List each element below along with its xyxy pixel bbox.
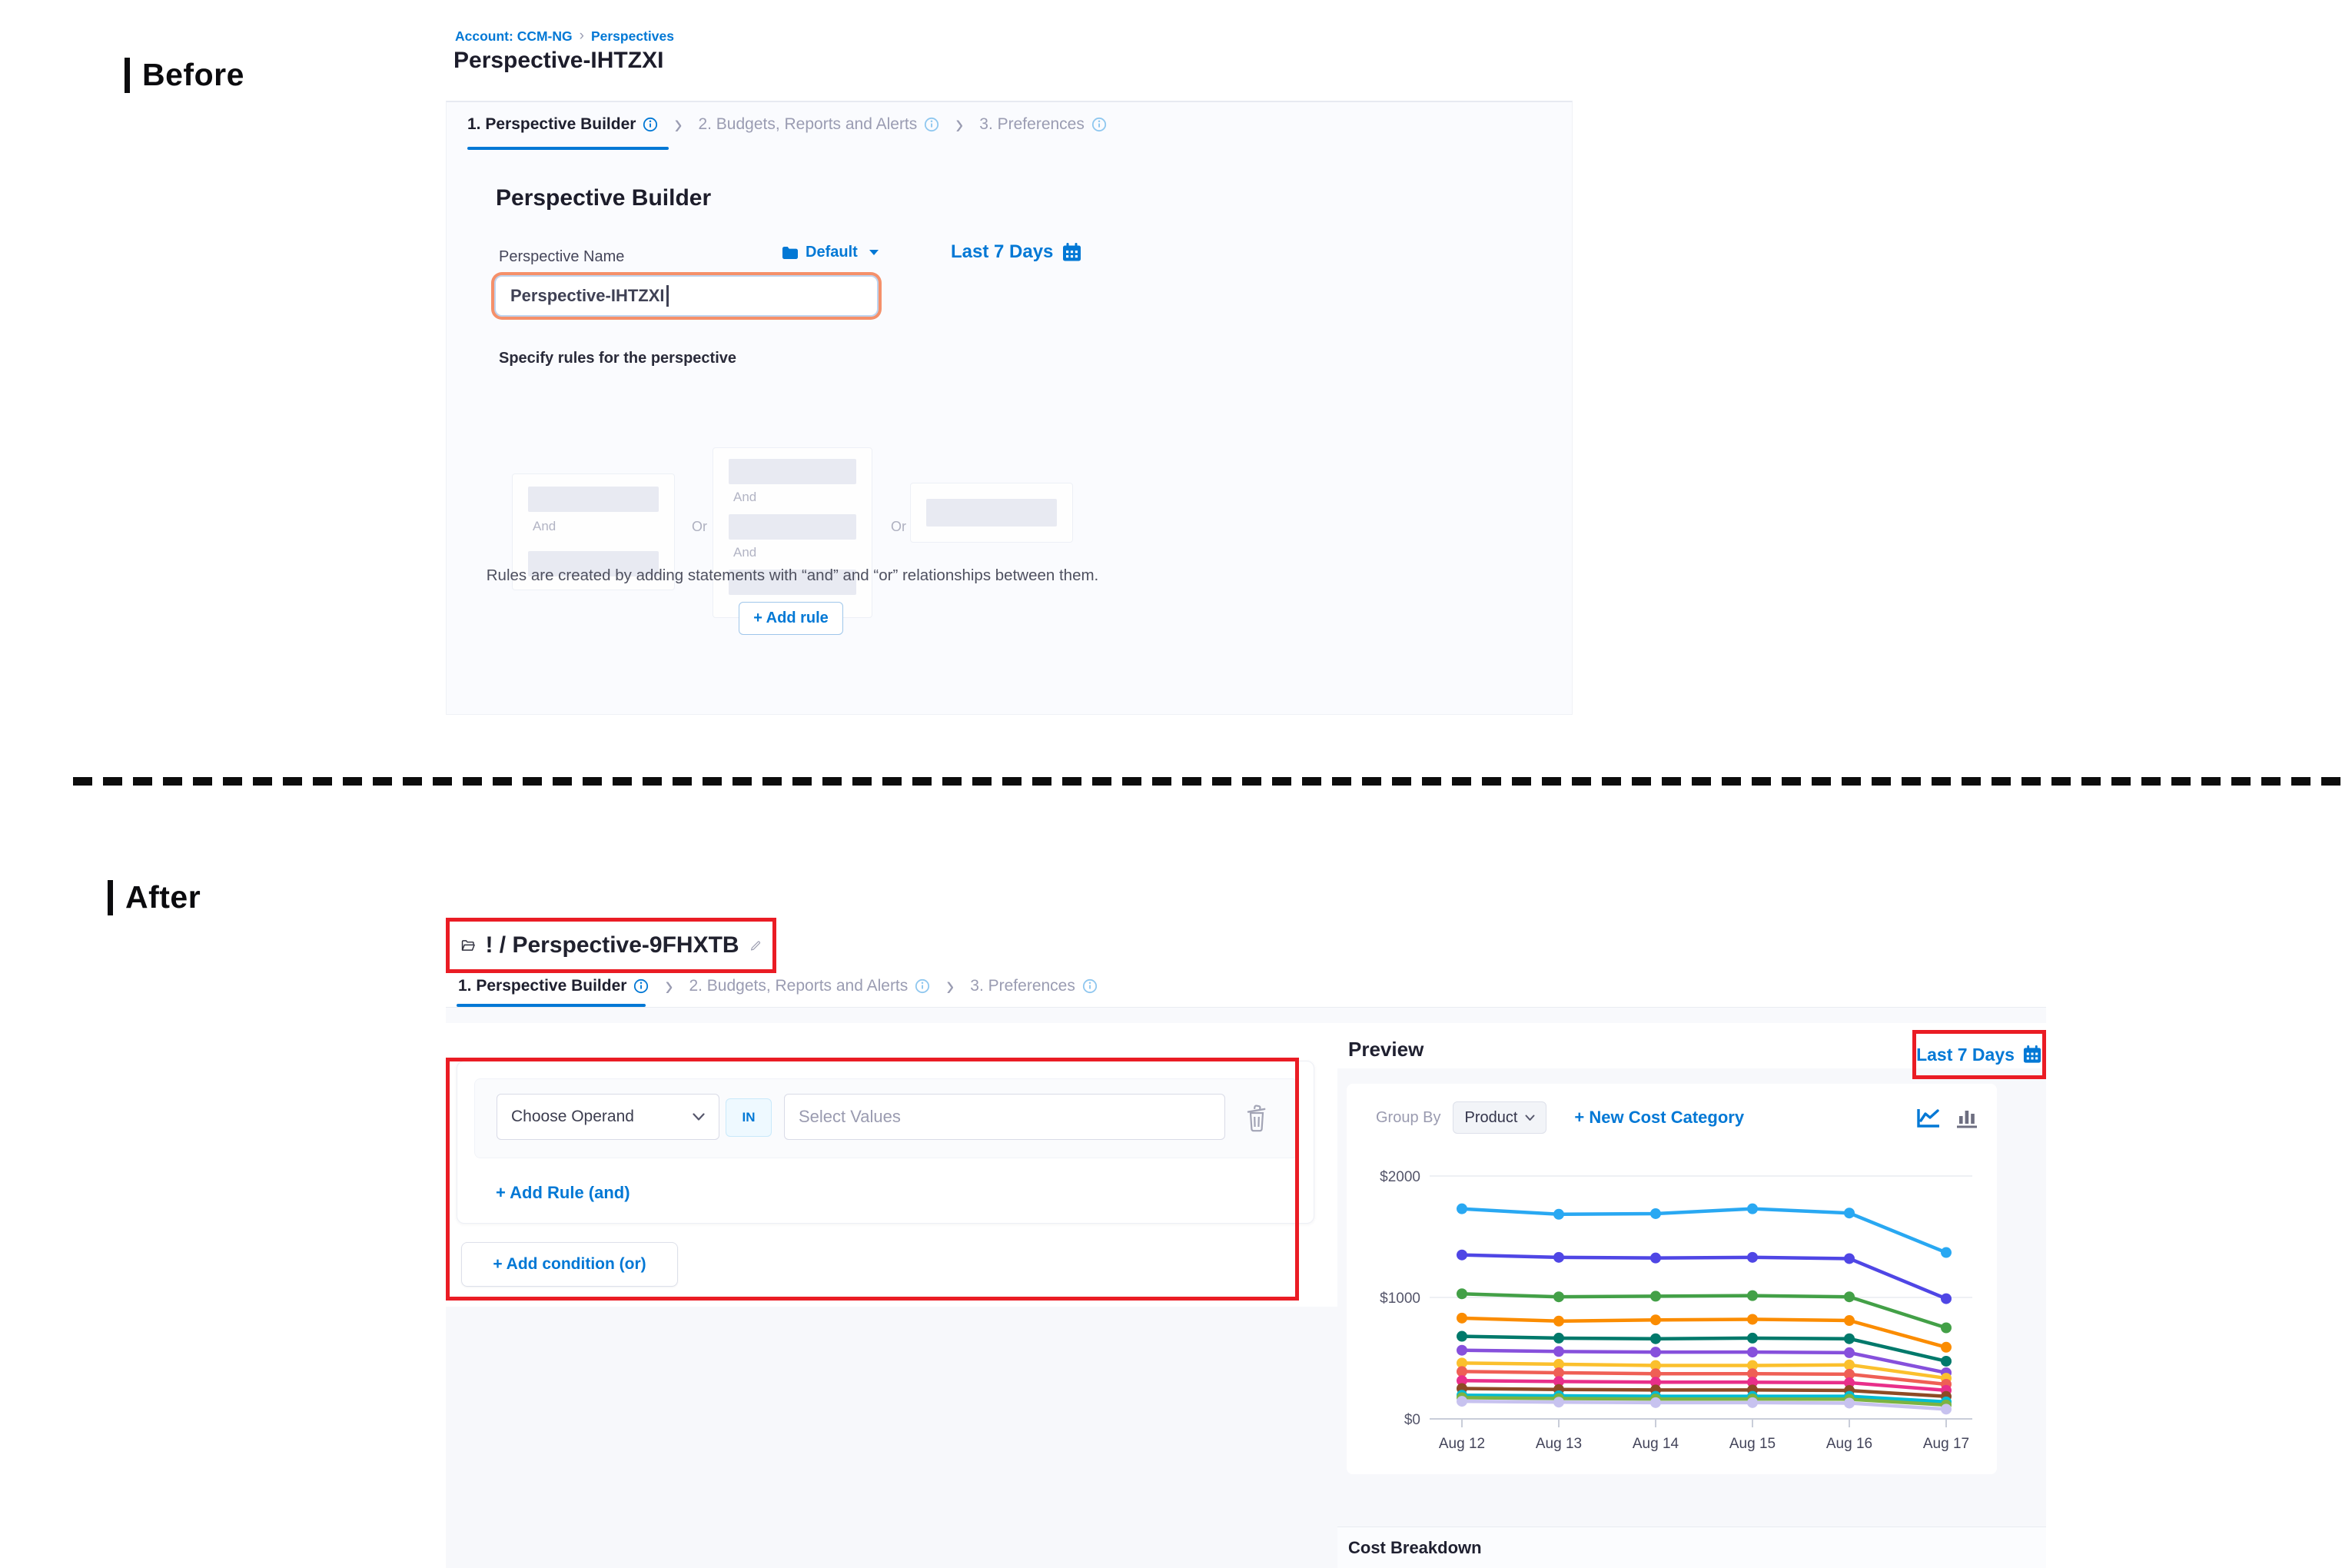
rule-builder-card: Choose Operand IN + Add Rule (and) — [457, 1061, 1314, 1224]
page-title: Perspective-IHTZXI — [453, 48, 663, 74]
content-background — [446, 1008, 2046, 1023]
svg-text:$2000: $2000 — [1380, 1169, 1420, 1185]
svg-text:Aug 17: Aug 17 — [1923, 1436, 1969, 1452]
bar-chart-icon[interactable] — [1955, 1106, 1978, 1129]
perspective-title: ! / Perspective-9FHXTB — [485, 932, 739, 958]
label-bar — [108, 880, 113, 915]
tab-preferences[interactable]: 3. Preferences — [979, 115, 1107, 134]
group-by-label: Group By — [1376, 1109, 1440, 1127]
folder-icon — [782, 246, 799, 260]
chevron-right-icon: › — [946, 972, 954, 1001]
svg-text:$0: $0 — [1404, 1412, 1420, 1428]
chevron-right-icon: › — [955, 110, 963, 139]
preview-heading: Preview — [1348, 1038, 1423, 1061]
folder-selector[interactable]: Default — [782, 244, 879, 261]
breadcrumb: Account: CCM-NG › Perspectives — [455, 28, 674, 45]
chevron-down-icon — [693, 1113, 705, 1121]
operand-select[interactable]: Choose Operand — [497, 1094, 719, 1140]
preview-chart-card: $2000 $1000 $0 Aug 12 Aug 13 Aug 14 Aug 15 Aug … — [1347, 1084, 1997, 1474]
add-rule-button[interactable]: + Add rule — [739, 602, 843, 635]
info-icon — [1091, 117, 1107, 132]
breadcrumb-account-link[interactable]: Account: CCM-NG — [455, 28, 573, 45]
label-bar — [125, 58, 130, 93]
before-label-text: Before — [142, 57, 244, 93]
before-after-divider — [73, 777, 2340, 786]
rule-skeleton-card — [910, 483, 1073, 543]
before-tab-bar: 1. Perspective Builder › 2. Budgets, Rep… — [467, 113, 1107, 136]
date-range-button[interactable]: Last 7 Days — [951, 241, 1082, 263]
add-condition-or-button[interactable]: + Add condition (or) — [461, 1242, 678, 1287]
new-cost-category-link[interactable]: + New Cost Category — [1574, 1108, 1744, 1128]
active-tab-underline — [467, 147, 669, 150]
info-icon — [633, 978, 649, 994]
preview-line-chart: $2000 $1000 $0 Aug 12 Aug 13 Aug 14 Aug 15 Aug … — [1347, 1084, 1997, 1474]
svg-text:Aug 12: Aug 12 — [1439, 1436, 1485, 1452]
info-icon — [643, 117, 658, 132]
calendar-icon — [1061, 242, 1082, 263]
group-by-select[interactable]: Product — [1453, 1101, 1546, 1134]
group-by-row: Group By Product + New Cost Category — [1347, 1101, 1997, 1134]
svg-text:Aug 15: Aug 15 — [1729, 1436, 1776, 1452]
line-chart-icon[interactable] — [1915, 1106, 1942, 1129]
text-cursor — [666, 285, 669, 307]
perspective-name-label: Perspective Name — [499, 248, 624, 266]
after-label-text: After — [125, 879, 201, 915]
cost-breakdown-heading: Cost Breakdown — [1348, 1538, 1482, 1558]
breadcrumb-separator-icon: › — [580, 28, 584, 45]
perspective-title-annotation: ! / Perspective-9FHXTB — [446, 918, 776, 973]
add-rule-and-link[interactable]: + Add Rule (and) — [496, 1183, 630, 1203]
delete-rule-button[interactable] — [1245, 1104, 1268, 1137]
calendar-icon — [2022, 1045, 2042, 1065]
tab-budgets-reports-alerts[interactable]: 2. Budgets, Reports and Alerts — [689, 977, 930, 995]
date-range-annotation[interactable]: Last 7 Days — [1912, 1030, 2046, 1079]
before-section-label: Before — [125, 57, 244, 93]
operator-chip[interactable]: IN — [726, 1098, 772, 1137]
select-values-input[interactable] — [784, 1094, 1225, 1140]
tab-perspective-builder[interactable]: 1. Perspective Builder — [458, 977, 649, 995]
svg-text:Aug 16: Aug 16 — [1826, 1436, 1872, 1452]
before-screenshot-card: 1. Perspective Builder › 2. Budgets, Rep… — [446, 101, 1573, 715]
edit-pencil-icon[interactable] — [749, 936, 761, 955]
chevron-right-icon: › — [674, 110, 682, 139]
perspective-builder-heading: Perspective Builder — [496, 185, 711, 211]
svg-text:Aug 13: Aug 13 — [1536, 1436, 1582, 1452]
svg-text:$1000: $1000 — [1380, 1291, 1420, 1307]
rule-skeleton-card: And And — [713, 447, 872, 618]
folder-open-icon — [461, 935, 475, 955]
after-tab-bar: 1. Perspective Builder › 2. Budgets, Rep… — [458, 975, 1098, 998]
info-icon — [915, 978, 930, 994]
tab-perspective-builder[interactable]: 1. Perspective Builder — [467, 115, 658, 134]
info-icon — [924, 117, 939, 132]
after-screenshot-card: ! / Perspective-9FHXTB 1. Perspective Bu… — [446, 907, 2046, 1568]
date-range-button[interactable]: Last 7 Days — [1916, 1045, 2015, 1065]
cost-breakdown-section: Cost Breakdown — [1337, 1526, 2046, 1568]
trash-icon — [1245, 1104, 1268, 1133]
chart-type-toggles — [1915, 1101, 1978, 1134]
chevron-right-icon: › — [665, 972, 673, 1001]
rule-row: Choose Operand IN — [474, 1078, 1298, 1158]
tab-budgets-reports-alerts[interactable]: 2. Budgets, Reports and Alerts — [698, 115, 939, 134]
chevron-down-icon — [869, 250, 879, 255]
screenshot-stage: Before Account: CCM-NG › Perspectives Pe… — [0, 0, 2352, 1568]
chevron-down-icon — [1525, 1115, 1535, 1121]
svg-text:Aug 14: Aug 14 — [1633, 1436, 1679, 1452]
after-section-label: After — [108, 879, 201, 915]
perspective-name-input[interactable]: Perspective-IHTZXI — [494, 275, 879, 317]
specify-rules-label: Specify rules for the perspective — [499, 350, 736, 367]
rules-helper-text: Rules are created by adding statements w… — [447, 566, 1138, 585]
tab-preferences[interactable]: 3. Preferences — [970, 977, 1098, 995]
breadcrumb-perspectives-link[interactable]: Perspectives — [591, 28, 674, 45]
content-background — [446, 1307, 1337, 1568]
info-icon — [1082, 978, 1098, 994]
